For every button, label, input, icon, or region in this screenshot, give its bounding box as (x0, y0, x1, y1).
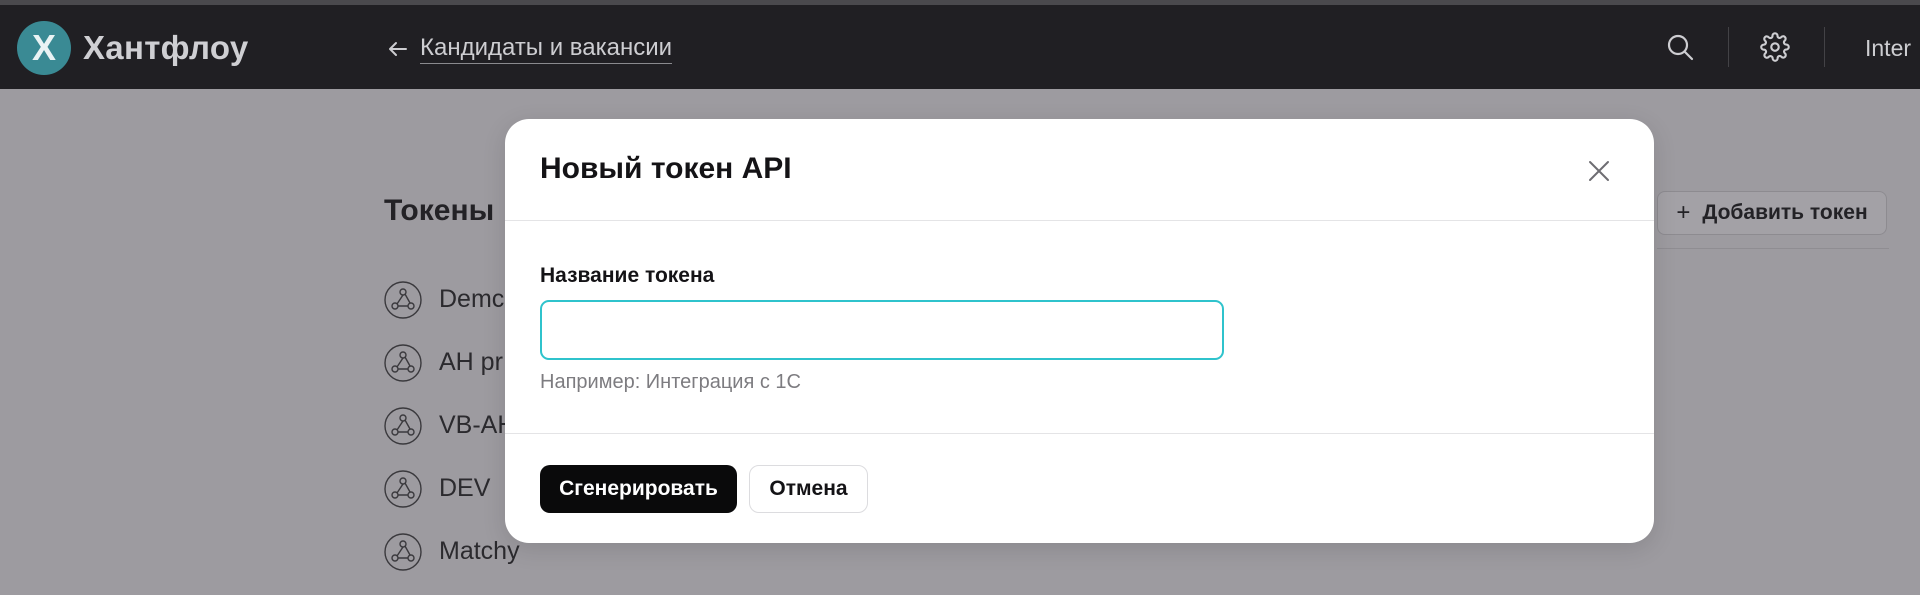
list-item[interactable]: VB-AH (384, 394, 520, 457)
webhook-icon (384, 280, 422, 319)
search-icon[interactable] (1665, 32, 1695, 62)
app-name[interactable]: Хантфлоу (83, 29, 249, 67)
dialog-divider (505, 433, 1654, 434)
section-divider (1657, 248, 1889, 249)
back-link[interactable]: Кандидаты и вакансии (386, 34, 673, 64)
arrow-left-icon (389, 42, 407, 56)
add-token-button[interactable]: + Добавить токен (1657, 191, 1887, 235)
token-name: Demc (439, 285, 505, 313)
logo-letter: X (31, 27, 56, 68)
webhook-icon (384, 406, 422, 445)
webhook-icon (384, 343, 422, 382)
add-token-button-label: Добавить токен (1702, 201, 1868, 224)
token-name-label: Название токена (540, 264, 715, 287)
header-divider (1728, 27, 1729, 67)
user-menu[interactable]: Inter (1865, 35, 1911, 62)
plus-icon: + (1676, 199, 1691, 226)
header-divider (1824, 27, 1825, 67)
new-token-dialog: Новый токен API Название токена Например… (505, 119, 1654, 543)
token-name: VB-AH (439, 411, 516, 439)
token-name: DEV (439, 474, 491, 502)
token-list: Demc AH pr VB-AH DEV Matchy (384, 268, 520, 583)
token-name: Matchy (439, 537, 520, 565)
webhook-icon (384, 532, 422, 571)
back-link-label: Кандидаты и вакансии (420, 34, 673, 64)
cancel-button[interactable]: Отмена (749, 465, 868, 513)
app-header: X Хантфлоу Кандидаты и вакансии Inter (0, 5, 1920, 89)
close-icon[interactable] (1583, 155, 1615, 187)
gear-icon[interactable] (1760, 32, 1790, 62)
generate-button[interactable]: Сгенерировать (540, 465, 737, 513)
list-item[interactable]: DEV (384, 457, 520, 520)
list-item[interactable]: Demc (384, 268, 520, 331)
logo-icon[interactable]: X (17, 21, 71, 75)
webhook-icon (384, 469, 422, 508)
token-name-input[interactable] (540, 300, 1224, 360)
token-name: AH pr (439, 348, 503, 376)
list-item[interactable]: Matchy (384, 520, 520, 583)
page-title: Токены (384, 194, 495, 227)
list-item[interactable]: AH pr (384, 331, 520, 394)
dialog-divider (505, 220, 1654, 221)
dialog-title: Новый токен API (540, 152, 792, 185)
token-name-hint: Например: Интеграция с 1С (540, 371, 801, 393)
